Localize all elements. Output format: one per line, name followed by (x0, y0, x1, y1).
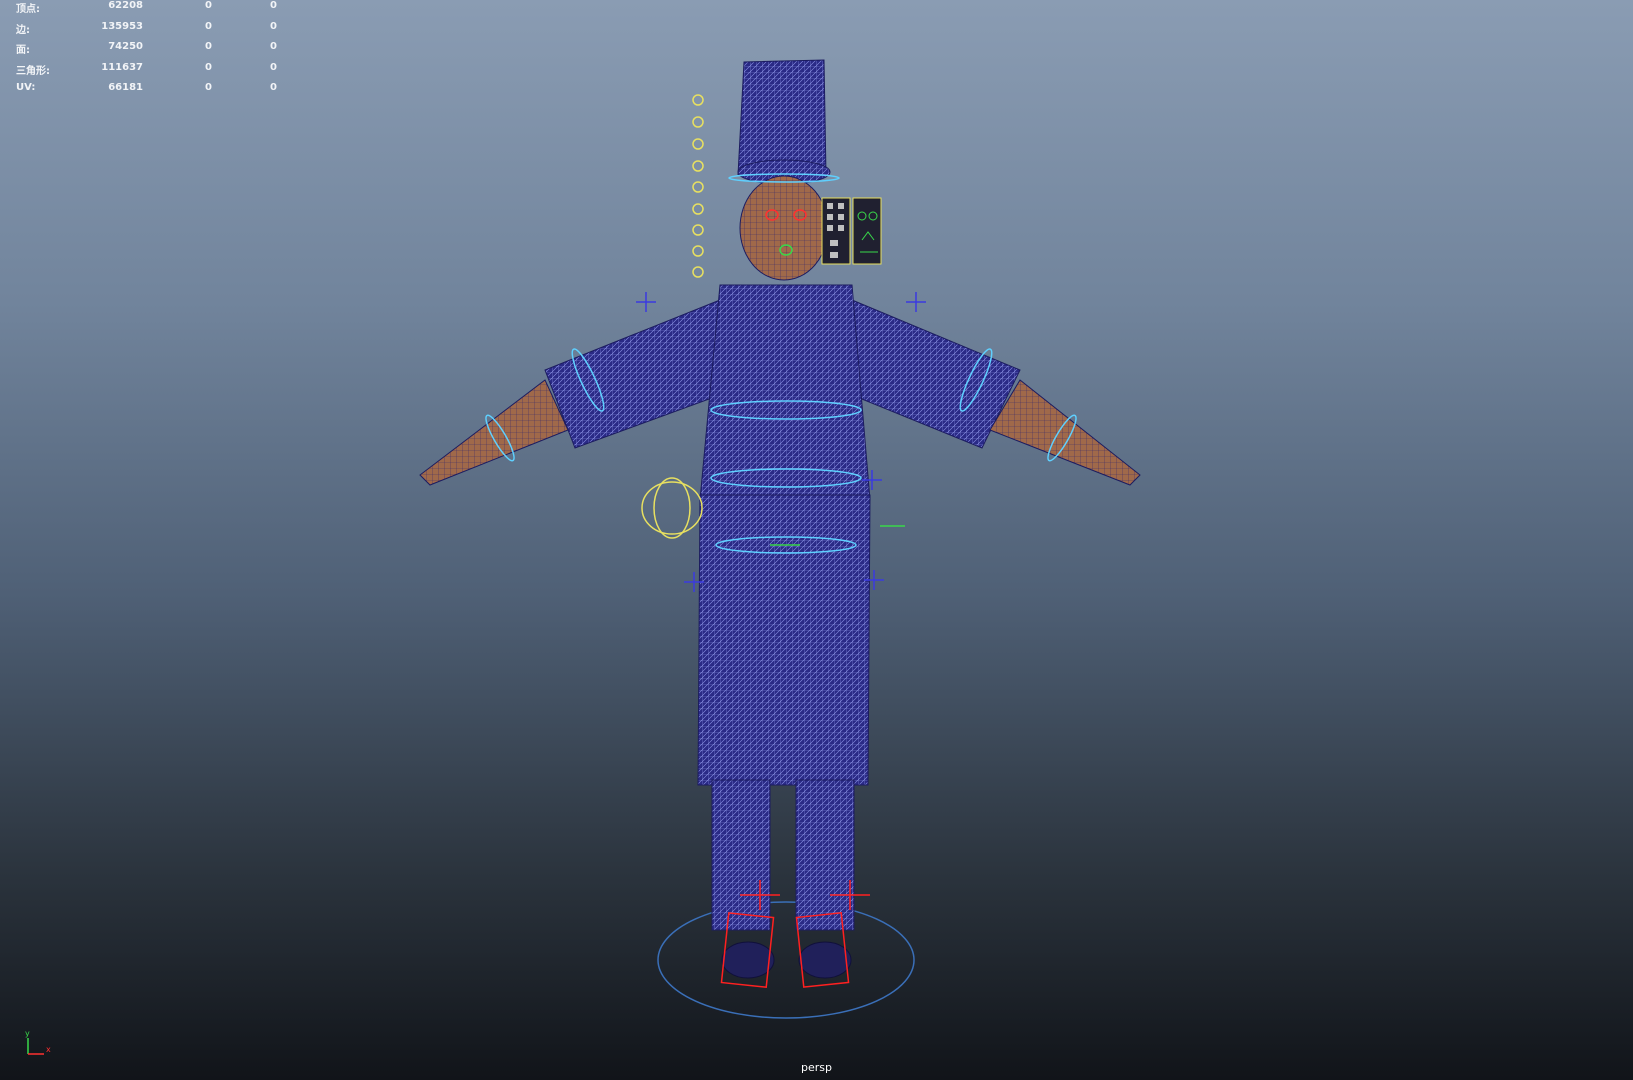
camera-name-label: persp (801, 1061, 832, 1074)
hud-row-label: 三角形: (16, 65, 50, 77)
apron-mesh[interactable] (697, 494, 871, 786)
poly-count-hud: 顶点: 62208 0 0 边: 135953 0 0 面: 74250 0 0 三角形: 111637 0… (16, 0, 277, 103)
scene-canvas[interactable] (0, 0, 1633, 1080)
left-arm-mesh[interactable] (544, 299, 721, 449)
hud-row-label: 面: (16, 45, 30, 56)
axis-x-label: x (46, 1045, 51, 1054)
hud-row-selected: 0 (205, 82, 212, 93)
hud-row-value: 66181 (108, 82, 143, 93)
hud-row-highlighted: 0 (270, 61, 277, 73)
hud-row-value: 135953 (101, 20, 143, 32)
hud-row: 顶点: 62208 0 0 (16, 0, 277, 21)
hud-row-selected: 0 (205, 20, 212, 32)
hud-row: 三角形: 111637 0 0 (16, 61, 277, 83)
hud-row-selected: 0 (205, 61, 212, 73)
hat-chain-controls[interactable] (692, 94, 704, 278)
hud-row: UV: 66181 0 0 (16, 82, 277, 103)
hud-row-highlighted: 0 (270, 0, 277, 11)
cog-control[interactable] (641, 481, 703, 535)
hud-row-label: UV: (16, 82, 36, 93)
hud-row-highlighted: 0 (270, 82, 277, 93)
perspective-viewport[interactable]: 顶点: 62208 0 0 边: 135953 0 0 面: 74250 0 0 三角形: 111637 0… (0, 0, 1633, 1080)
axis-gizmo-icon: y x (25, 1029, 51, 1055)
hud-row-label: 边: (16, 24, 30, 36)
facial-control-panel-icon[interactable] (821, 197, 882, 265)
right-leg-mesh[interactable] (795, 779, 855, 931)
hud-row-selected: 0 (205, 41, 212, 52)
hud-row-value: 111637 (101, 61, 143, 73)
hud-row-value: 62208 (108, 0, 143, 11)
hud-row-label: 顶点: (16, 4, 40, 15)
hud-row-highlighted: 0 (270, 20, 277, 32)
root-control-circle[interactable] (657, 901, 915, 1019)
hud-row: 边: 135953 0 0 (16, 20, 277, 42)
axis-y-label: y (25, 1029, 30, 1038)
chef-jacket-mesh[interactable] (699, 284, 871, 501)
hud-row-selected: 0 (205, 0, 212, 11)
hud-row-highlighted: 0 (270, 41, 277, 52)
head-mesh[interactable] (739, 175, 829, 281)
hud-row-value: 74250 (108, 41, 143, 52)
left-leg-mesh[interactable] (711, 779, 771, 931)
hud-row: 面: 74250 0 0 (16, 41, 277, 62)
chef-character-mesh[interactable] (419, 59, 1141, 979)
